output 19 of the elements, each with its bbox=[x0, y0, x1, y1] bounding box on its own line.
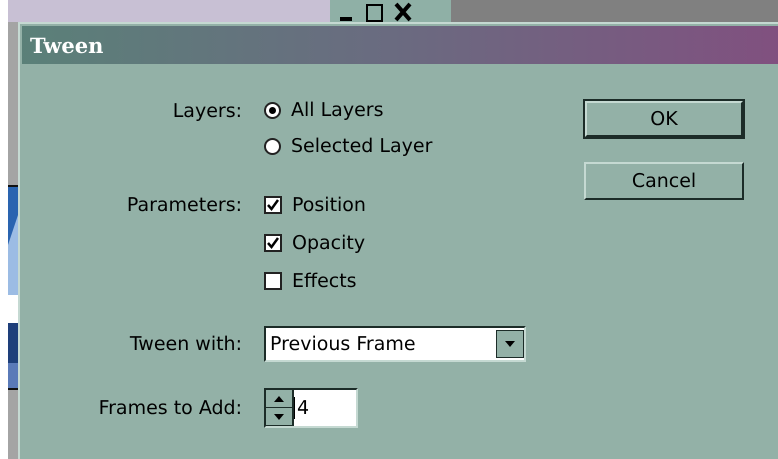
checkbox[interactable] bbox=[264, 196, 282, 214]
dialog-button[interactable]: OK bbox=[584, 100, 744, 138]
dropdown[interactable]: Previous Frame bbox=[264, 326, 526, 362]
dialog-title: Tween bbox=[22, 26, 778, 64]
checkbox[interactable] bbox=[264, 272, 282, 290]
radio-option[interactable]: Selected Layer bbox=[264, 128, 580, 164]
radio-option[interactable]: All Layers bbox=[264, 92, 580, 128]
checkbox-option[interactable]: Effects bbox=[264, 262, 580, 300]
field-label: Tween with: bbox=[128, 333, 242, 355]
field-label: Frames to Add: bbox=[98, 397, 242, 419]
dialog-button[interactable]: Cancel bbox=[584, 162, 744, 200]
number-field[interactable]: 4 bbox=[264, 388, 358, 428]
field-label: Parameters: bbox=[126, 193, 242, 216]
checkbox-option[interactable]: Position bbox=[264, 186, 580, 224]
checkbox-option[interactable]: Opacity bbox=[264, 224, 580, 262]
close-icon[interactable] bbox=[392, 2, 414, 22]
checkbox[interactable] bbox=[264, 234, 282, 252]
field-label: Layers: bbox=[172, 99, 242, 122]
maximize-icon[interactable] bbox=[364, 2, 386, 22]
